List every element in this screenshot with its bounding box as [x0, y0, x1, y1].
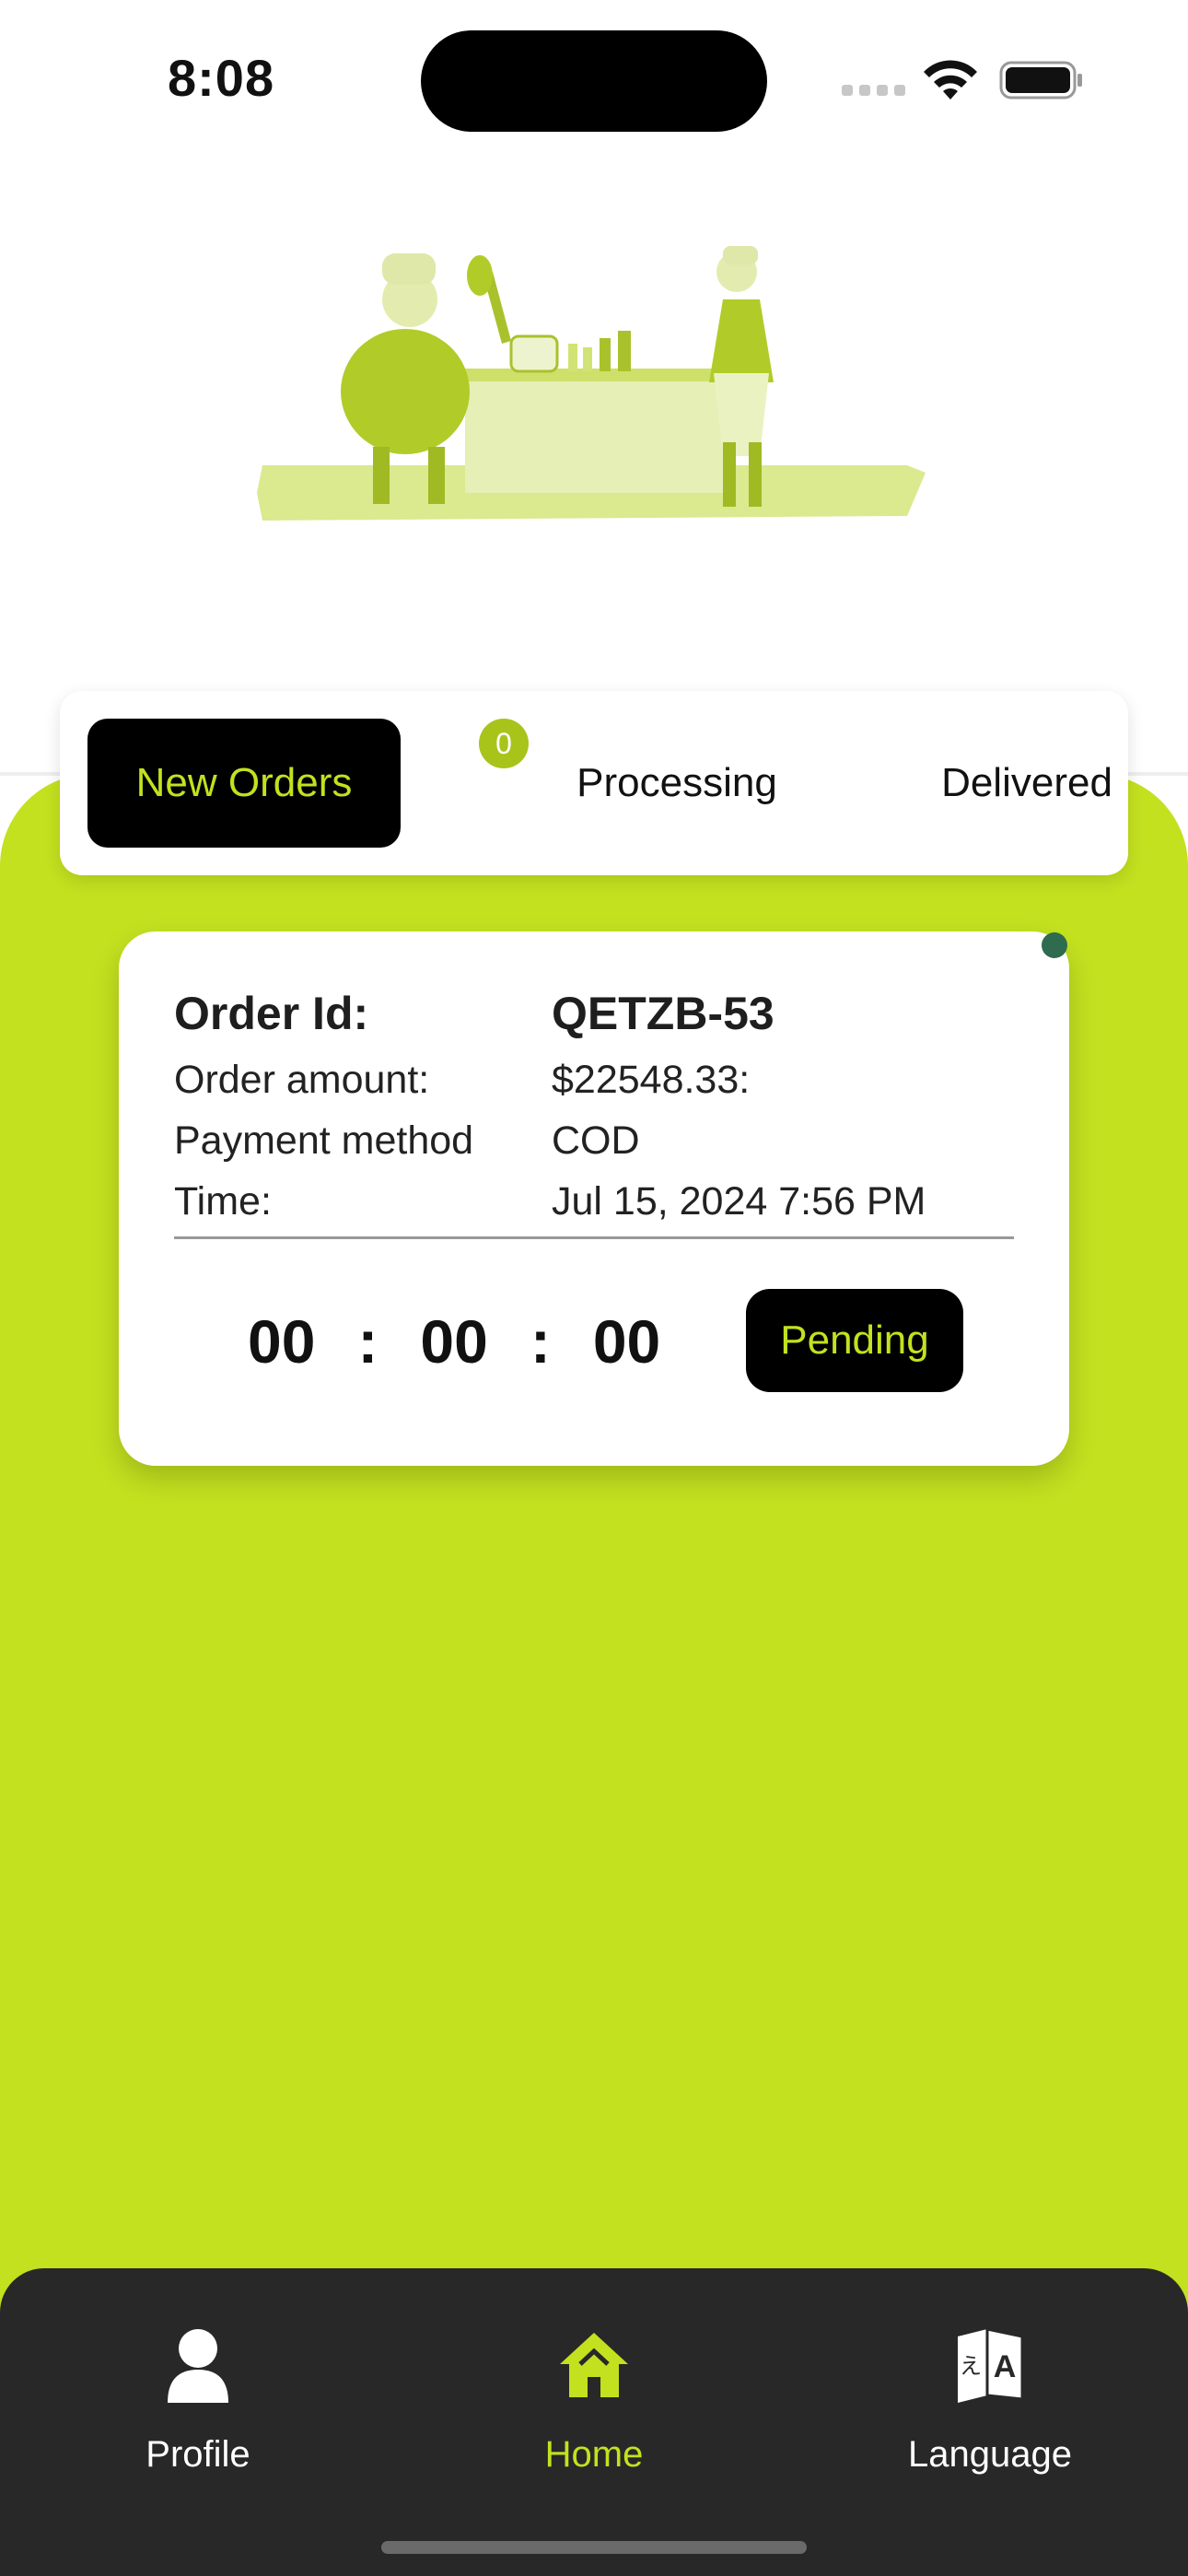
pending-status-button[interactable]: Pending: [746, 1289, 963, 1392]
order-id-value: QETZB-53: [552, 988, 775, 1039]
tab-label: Processing: [577, 760, 777, 805]
order-tabs: New Orders Processing 0 Delivered: [60, 691, 1128, 875]
status-dot: [1042, 932, 1067, 958]
svg-text:え: え: [960, 2353, 982, 2379]
order-id-label: Order Id:: [174, 988, 369, 1039]
processing-count-badge: 0: [479, 719, 529, 768]
tab-new-orders[interactable]: New Orders: [87, 719, 401, 848]
order-time-value: Jul 15, 2024 7:56 PM: [552, 1179, 926, 1224]
dynamic-island: [421, 30, 767, 132]
payment-method-value: COD: [552, 1118, 640, 1163]
home-indicator[interactable]: [381, 2541, 807, 2554]
order-card[interactable]: Order Id: QETZB-53 Order amount: $22548.…: [119, 931, 1069, 1466]
timer-seconds: 00: [592, 1307, 661, 1376]
nav-home[interactable]: Home: [456, 2324, 732, 2508]
timer-separator: :: [357, 1307, 379, 1376]
tab-processing[interactable]: Processing: [502, 719, 852, 848]
tab-delivered[interactable]: Delivered: [870, 719, 1183, 848]
bottom-nav: Profile Home A え Language: [0, 2268, 1188, 2576]
tab-label: New Orders: [135, 760, 353, 805]
signal-icon: [842, 85, 906, 98]
nav-language[interactable]: A え Language: [852, 2324, 1128, 2508]
timer-separator: :: [530, 1307, 551, 1376]
tab-label: Delivered: [941, 760, 1112, 805]
order-amount-label: Order amount:: [174, 1058, 430, 1102]
timer-hours: 00: [248, 1307, 316, 1376]
wifi-icon: [924, 60, 977, 100]
home-icon: [560, 2333, 628, 2397]
status-time: 8:08: [168, 49, 275, 107]
chef-illustration: [257, 246, 926, 521]
countdown-timer: 00 : 00 : 00: [248, 1300, 660, 1383]
timer-minutes: 00: [420, 1307, 488, 1376]
nav-profile[interactable]: Profile: [60, 2324, 336, 2508]
svg-text:A: A: [994, 2349, 1017, 2384]
nav-label: Language: [908, 2434, 1072, 2475]
status-bar: 8:08: [0, 0, 1188, 157]
order-amount-value: $22548.33:: [552, 1058, 751, 1102]
order-time-label: Time:: [174, 1179, 272, 1224]
payment-method-label: Payment method: [174, 1118, 474, 1163]
person-icon: [168, 2329, 228, 2403]
translate-icon: A え: [958, 2327, 1024, 2403]
nav-label: Profile: [146, 2434, 250, 2475]
nav-label: Home: [544, 2434, 644, 2475]
card-divider: [174, 1236, 1014, 1239]
battery-icon: [999, 61, 1082, 100]
